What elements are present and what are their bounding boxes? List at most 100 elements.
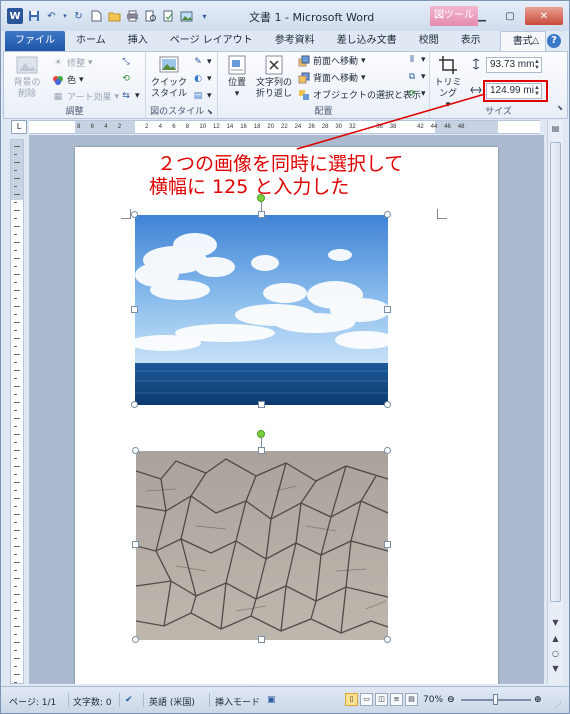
zoom-level[interactable]: 70% [423, 695, 443, 705]
maximize-button[interactable]: ▢ [497, 7, 523, 25]
resize-handle-tl[interactable] [131, 211, 138, 218]
open-folder-icon[interactable] [107, 9, 122, 24]
picture-layout-button[interactable]: ▤ ▾ [192, 90, 212, 102]
minimize-ribbon-icon[interactable]: △ [532, 36, 539, 46]
change-picture-button[interactable]: ⟲ [120, 73, 132, 85]
compress-pictures-button[interactable]: ⤡ [120, 56, 132, 68]
tab-home[interactable]: ホーム [65, 31, 117, 51]
group-objects-button[interactable]: ⧉ ▾ [406, 71, 426, 83]
status-page[interactable]: ページ: 1/1 [9, 695, 56, 708]
reset-picture-button[interactable]: ⇆ ▾ [120, 90, 139, 102]
position-button[interactable]: 位置 ▾ [222, 54, 252, 100]
status-word-count[interactable]: 文字数: 0 [73, 695, 112, 708]
print-preview-icon[interactable] [143, 9, 158, 24]
zoom-slider-thumb[interactable] [493, 694, 498, 705]
print-layout-view-icon[interactable]: ▯ [345, 693, 358, 706]
resize-handle-l[interactable] [131, 306, 138, 313]
crop-button[interactable]: トリミング ▾ [432, 54, 464, 111]
send-backward-button[interactable]: 背面へ移動 ▾ [298, 71, 366, 84]
height-field[interactable]: 93.73 mm ▲ ▼ [486, 57, 542, 73]
bring-forward-button[interactable]: 前面へ移動 ▾ [298, 54, 366, 67]
tab-review[interactable]: 校閲 [408, 31, 450, 51]
quick-styles-button[interactable]: クイック スタイル [150, 54, 188, 100]
resize-handle-bl[interactable] [131, 401, 138, 408]
print-icon[interactable] [125, 9, 140, 24]
resize-handle-tr-2[interactable] [384, 447, 391, 454]
scroll-down-icon[interactable]: ▼ [549, 616, 562, 629]
remove-background-button[interactable]: 背景の 削除 [8, 54, 46, 100]
undo-dropdown-icon[interactable]: ▾ [62, 9, 68, 24]
tab-view[interactable]: 表示 [450, 31, 492, 51]
corrections-button[interactable]: ☀ 修整 ▾ [52, 56, 93, 70]
selection-pane-button[interactable]: オブジェクトの選択と表示 [298, 88, 421, 101]
align-button[interactable]: ⫴ ▾ [406, 54, 425, 66]
vertical-scrollbar[interactable]: ▤ ▼ ▲ ○ ▼ [547, 120, 563, 684]
picture-sky-sea[interactable] [129, 194, 395, 408]
artistic-effects-button[interactable]: ▦ アート効果 ▾ [52, 90, 119, 104]
tab-file[interactable]: ファイル [5, 31, 65, 51]
scrollbar-thumb[interactable] [550, 142, 561, 602]
minimize-button[interactable]: ▁ [469, 7, 495, 25]
wrap-text-button[interactable]: 文字列の 折り返し [254, 54, 294, 100]
word-app-icon[interactable]: W [7, 8, 23, 24]
undo-icon[interactable]: ↶ [44, 9, 59, 24]
resize-handle-l-2[interactable] [132, 541, 139, 548]
vertical-ruler[interactable] [10, 139, 24, 684]
close-button[interactable]: ✕ [525, 7, 563, 25]
help-icon[interactable]: ? [547, 34, 561, 48]
spelling-icon[interactable] [161, 9, 176, 24]
select-browse-object-icon[interactable]: ○ [549, 647, 562, 660]
redo-icon[interactable]: ↻ [71, 9, 86, 24]
resize-handle-b[interactable] [258, 401, 265, 408]
document-page[interactable] [75, 147, 498, 684]
status-insert-mode[interactable]: 挿入モード [215, 695, 260, 708]
picture-border-button[interactable]: ✎ ▾ [192, 56, 212, 68]
resize-handle-tl-2[interactable] [132, 447, 139, 454]
resize-handle-tr[interactable] [384, 211, 391, 218]
new-document-icon[interactable] [89, 9, 104, 24]
height-spinner-icon[interactable]: ▲ ▼ [534, 59, 540, 71]
picture-cracked-earth[interactable] [132, 430, 391, 643]
tab-page-layout[interactable]: ページ レイアウト [159, 31, 264, 51]
ruler-toggle-icon[interactable]: ▤ [549, 122, 562, 135]
macro-record-icon[interactable]: ▣ [267, 695, 276, 705]
border-dropdown-icon: ▾ [207, 57, 212, 67]
resize-handle-r-2[interactable] [384, 541, 391, 548]
next-page-icon[interactable]: ▼ [549, 662, 562, 675]
ruler-tick [14, 330, 17, 331]
picture-effects-button[interactable]: ◐ ▾ [192, 73, 211, 85]
insert-picture-icon[interactable] [179, 9, 194, 24]
status-language[interactable]: 英語 (米国) [149, 695, 195, 708]
tab-mailings[interactable]: 差し込み文書 [326, 31, 408, 51]
outline-view-icon[interactable]: ≡ [390, 693, 403, 706]
document-area[interactable] [29, 135, 544, 684]
resize-grip-icon[interactable]: ⋰ [555, 701, 562, 709]
rotate-handle-2[interactable] [257, 430, 265, 438]
resize-handle-r[interactable] [384, 306, 391, 313]
draft-view-icon[interactable]: ▤ [405, 693, 418, 706]
rotate-button[interactable]: ⟳ ▾ [406, 88, 425, 100]
resize-handle-b-2[interactable] [258, 636, 265, 643]
color-button[interactable]: 色 ▾ [52, 73, 84, 86]
ribbon-tabs: ファイル ホーム 挿入 ページ レイアウト 参考資料 差し込み文書 校閲 表示 … [1, 31, 569, 51]
tab-insert[interactable]: 挿入 [117, 31, 159, 51]
size-launcher-icon[interactable]: ⬊ [557, 104, 563, 112]
full-screen-reading-icon[interactable]: ▭ [360, 693, 373, 706]
resize-handle-t[interactable] [258, 211, 265, 218]
resize-handle-t-2[interactable] [258, 447, 265, 454]
picture-styles-launcher-icon[interactable]: ⬊ [207, 108, 213, 116]
proofing-icon[interactable]: ✔ [125, 695, 133, 705]
resize-handle-br-2[interactable] [384, 636, 391, 643]
customize-qat-icon[interactable]: ▾ [197, 9, 212, 24]
zoom-in-icon[interactable]: ⊕ [534, 695, 542, 705]
resize-handle-br[interactable] [384, 401, 391, 408]
tab-references[interactable]: 参考資料 [264, 31, 326, 51]
zoom-out-icon[interactable]: ⊖ [447, 695, 455, 705]
web-layout-icon[interactable]: ◫ [375, 693, 388, 706]
horizontal-ruler[interactable]: 8 6 4 2 2 4 6 8 10 12 14 16 18 20 22 24 26 28 30 32 36 38 42 44… [29, 120, 540, 134]
resize-handle-bl-2[interactable] [132, 636, 139, 643]
wrap-text-icon [263, 54, 285, 76]
tab-selector[interactable]: L [11, 120, 27, 134]
save-icon[interactable] [26, 9, 41, 24]
previous-page-icon[interactable]: ▲ [549, 632, 562, 645]
